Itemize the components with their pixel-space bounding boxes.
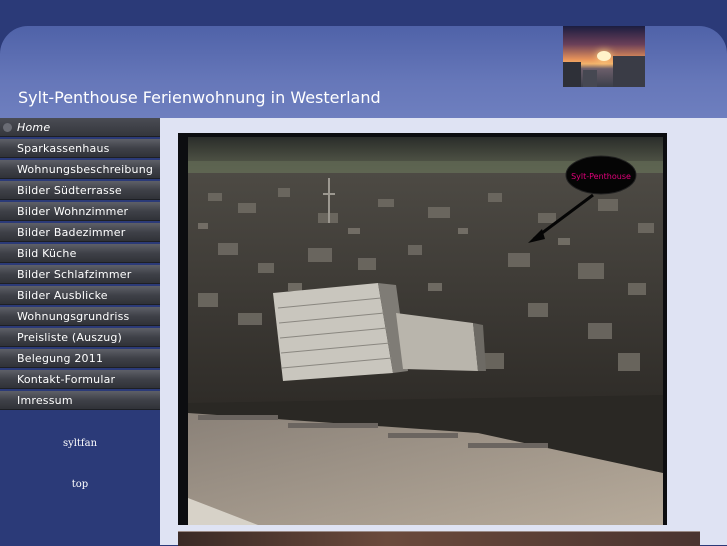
nav-item-label: Home: [17, 121, 51, 134]
main-nav: Home Sparkassenhaus Wohnungsbeschreibung Bi…: [0, 118, 160, 412]
nav-item-wohnungsbeschreibung[interactable]: Wohnungsbeschreibung: [0, 160, 160, 179]
nav-item-wohnungsgrundriss[interactable]: Wohnungsgrundriss: [0, 307, 160, 326]
second-photo-partial: [178, 531, 700, 546]
nav-item-kontakt-formular[interactable]: Kontakt-Formular: [0, 370, 160, 389]
nav-item-label: Imressum: [17, 394, 73, 407]
nav-item-bilder-ausblicke[interactable]: Bilder Ausblicke: [0, 286, 160, 305]
syltfan-link[interactable]: syltfan: [0, 438, 160, 449]
site-header: Sylt-Penthouse Ferienwohnung in Westerla…: [0, 26, 727, 118]
nav-item-bilder-badezimmer[interactable]: Bilder Badezimmer: [0, 223, 160, 242]
nav-item-bilder-südterrasse[interactable]: Bilder Südterrasse: [0, 181, 160, 200]
nav-item-label: Kontakt-Formular: [17, 373, 116, 386]
top-link[interactable]: top: [0, 479, 160, 490]
sidebar: Home Sparkassenhaus Wohnungsbeschreibung Bi…: [0, 118, 160, 545]
photo-annotation-label: Sylt-Penthouse: [571, 172, 631, 181]
nav-item-imressum[interactable]: Imressum: [0, 391, 160, 410]
nav-item-home[interactable]: Home: [0, 118, 160, 137]
nav-item-label: Bilder Wohnzimmer: [17, 205, 129, 218]
nav-item-label: Bilder Ausblicke: [17, 289, 108, 302]
nav-item-sparkassenhaus[interactable]: Sparkassenhaus: [0, 139, 160, 158]
header-sunset-photo: [563, 26, 645, 87]
main-content: Sylt-Penthouse: [160, 118, 727, 546]
nav-item-label: Belegung 2011: [17, 352, 104, 365]
nav-item-bilder-schlafzimmer[interactable]: Bilder Schlafzimmer: [0, 265, 160, 284]
site-title: Sylt-Penthouse Ferienwohnung in Westerla…: [18, 88, 381, 107]
aerial-photo: Sylt-Penthouse: [178, 133, 667, 525]
nav-item-bild-küche[interactable]: Bild Küche: [0, 244, 160, 263]
nav-item-belegung-2011[interactable]: Belegung 2011: [0, 349, 160, 368]
nav-item-bilder-wohnzimmer[interactable]: Bilder Wohnzimmer: [0, 202, 160, 221]
nav-item-label: Wohnungsbeschreibung: [17, 163, 154, 176]
sun-graphic: [597, 51, 611, 61]
nav-item-label: Sparkassenhaus: [17, 142, 110, 155]
building-silhouette: [563, 62, 581, 87]
nav-item-label: Preisliste (Auszug): [17, 331, 123, 344]
active-bullet-icon: [3, 123, 12, 132]
nav-item-label: Wohnungsgrundriss: [17, 310, 130, 323]
nav-item-label: Bilder Schlafzimmer: [17, 268, 132, 281]
nav-item-label: Bilder Badezimmer: [17, 226, 126, 239]
nav-item-preisliste-auszug-[interactable]: Preisliste (Auszug): [0, 328, 160, 347]
building-silhouette: [613, 56, 645, 87]
nav-item-label: Bilder Südterrasse: [17, 184, 122, 197]
building-silhouette: [583, 70, 597, 87]
aerial-photo-graphic: Sylt-Penthouse: [178, 133, 667, 525]
nav-item-label: Bild Küche: [17, 247, 77, 260]
